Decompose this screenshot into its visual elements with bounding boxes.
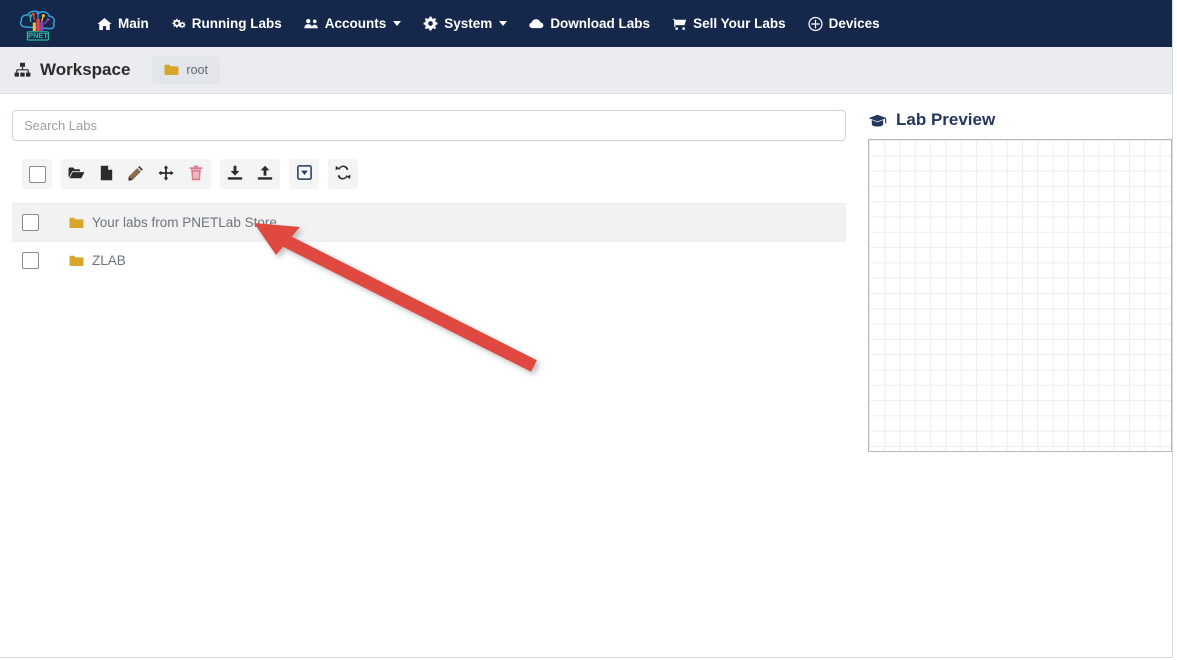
lab-list: Your labs from PNETLab Store ZLAB bbox=[12, 203, 846, 279]
file-icon bbox=[100, 165, 113, 184]
export-selected-button[interactable] bbox=[289, 159, 319, 189]
select-all-button[interactable] bbox=[22, 159, 52, 189]
toolbar-group-export-selected bbox=[289, 159, 319, 189]
toolbar-group-refresh bbox=[328, 159, 358, 189]
add-folder-button[interactable] bbox=[61, 159, 91, 189]
nav-item-sell-your-labs[interactable]: Sell Your Labs bbox=[661, 10, 797, 37]
nav-item-devices[interactable]: Devices bbox=[797, 10, 891, 37]
lab-toolbar bbox=[12, 156, 846, 192]
import-button[interactable] bbox=[220, 159, 250, 189]
shopping-cart-icon bbox=[672, 16, 687, 31]
nav-item-devices-label: Devices bbox=[828, 16, 880, 31]
nav-item-system-label: System bbox=[444, 16, 493, 31]
main-content: Your labs from PNETLab Store ZLAB bbox=[0, 94, 1172, 657]
refresh-button[interactable] bbox=[328, 159, 358, 189]
nav-item-system[interactable]: System bbox=[412, 10, 518, 37]
lab-preview-title: Lab Preview bbox=[868, 110, 1172, 130]
edit-button[interactable] bbox=[121, 159, 151, 189]
chevron-down-icon bbox=[499, 21, 508, 26]
folder-icon bbox=[69, 217, 84, 229]
nav-item-download-labs[interactable]: Download Labs bbox=[518, 10, 661, 37]
nav-item-sell-your-labs-label: Sell Your Labs bbox=[693, 16, 786, 31]
box-arrow-icon bbox=[296, 165, 312, 183]
list-item-label[interactable]: Your labs from PNETLab Store bbox=[92, 215, 277, 230]
folder-open-icon bbox=[68, 166, 85, 183]
application-window: PNET Main Running Labs Accounts System D… bbox=[0, 0, 1173, 658]
select-all-checkbox[interactable] bbox=[28, 165, 46, 183]
trash-icon bbox=[189, 165, 203, 184]
export-button[interactable] bbox=[250, 159, 280, 189]
toolbar-group-transfer bbox=[220, 159, 280, 189]
download-tray-icon bbox=[227, 165, 243, 184]
folder-icon bbox=[69, 255, 84, 267]
nav-item-running-labs[interactable]: Running Labs bbox=[160, 10, 293, 37]
pencil-icon bbox=[128, 165, 144, 184]
top-navbar: PNET Main Running Labs Accounts System D… bbox=[0, 0, 1172, 47]
pnet-cloud-logo-icon[interactable]: PNET bbox=[16, 4, 60, 44]
add-lab-button[interactable] bbox=[91, 159, 121, 189]
folder-icon bbox=[164, 64, 179, 76]
nav-item-main[interactable]: Main bbox=[86, 10, 160, 37]
page-title-text: Workspace bbox=[40, 60, 131, 79]
chevron-down-icon bbox=[393, 21, 402, 26]
row-checkbox[interactable] bbox=[22, 252, 39, 269]
breadcrumb-item-root-label: root bbox=[186, 63, 208, 77]
list-item-label[interactable]: ZLAB bbox=[92, 253, 126, 268]
graduation-cap-icon bbox=[868, 113, 887, 128]
nav-item-accounts-label: Accounts bbox=[324, 16, 387, 31]
nav-item-download-labs-label: Download Labs bbox=[550, 16, 651, 31]
page-title: Workspace bbox=[14, 60, 130, 80]
arrows-move-icon bbox=[158, 164, 174, 184]
move-button[interactable] bbox=[151, 159, 181, 189]
users-icon bbox=[304, 16, 319, 31]
nav-item-accounts[interactable]: Accounts bbox=[293, 10, 413, 37]
gear-icon bbox=[423, 16, 438, 31]
toolbar-group-select bbox=[22, 159, 52, 189]
nav-item-main-label: Main bbox=[118, 16, 149, 31]
svg-text:PNET: PNET bbox=[28, 31, 48, 40]
toolbar-group-edit bbox=[61, 159, 211, 189]
delete-button[interactable] bbox=[181, 159, 211, 189]
list-item[interactable]: Your labs from PNETLab Store bbox=[12, 203, 846, 241]
lab-preview-panel: Lab Preview bbox=[858, 94, 1172, 657]
lab-preview-canvas[interactable] bbox=[868, 139, 1172, 452]
lab-preview-title-text: Lab Preview bbox=[896, 110, 996, 129]
search-input[interactable] bbox=[12, 110, 846, 141]
cogs-icon bbox=[171, 16, 186, 31]
refresh-icon bbox=[335, 165, 351, 183]
nav-item-running-labs-label: Running Labs bbox=[191, 16, 282, 31]
lab-browser-panel: Your labs from PNETLab Store ZLAB bbox=[0, 94, 858, 657]
home-icon bbox=[97, 16, 112, 31]
cloud-download-icon bbox=[529, 16, 544, 31]
sitemap-icon bbox=[14, 62, 31, 78]
upload-tray-icon bbox=[257, 165, 273, 184]
row-checkbox[interactable] bbox=[22, 214, 39, 231]
breadcrumb-item-root[interactable]: root bbox=[152, 56, 220, 84]
list-item[interactable]: ZLAB bbox=[12, 241, 846, 279]
breadcrumb: Workspace root bbox=[0, 47, 1172, 94]
navbar-menu: Main Running Labs Accounts System Downlo… bbox=[86, 10, 891, 37]
plus-circle-icon bbox=[808, 16, 823, 31]
